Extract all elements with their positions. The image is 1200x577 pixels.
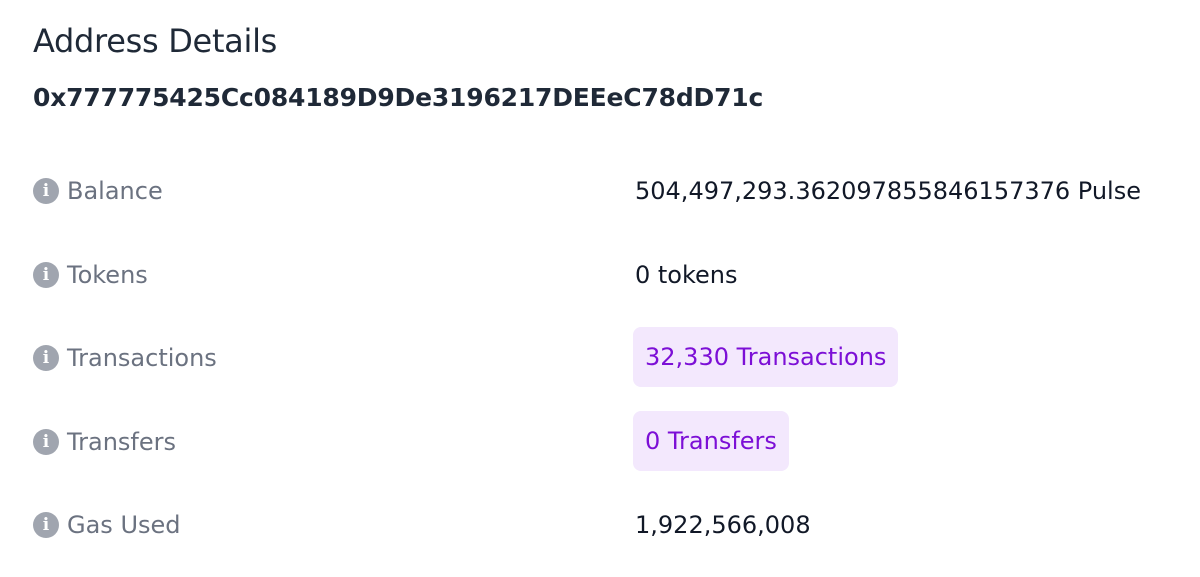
address-hash: 0x777775425Cc084189D9De3196217DEEeC78dD7… bbox=[33, 83, 764, 112]
info-icon[interactable]: i bbox=[33, 262, 59, 288]
tokens-value: 0 tokens bbox=[635, 261, 738, 289]
gas-used-row: i Gas Used 1,922,566,008 bbox=[0, 505, 1200, 545]
tokens-label: Tokens bbox=[67, 261, 148, 289]
gas-used-label: Gas Used bbox=[67, 511, 181, 539]
transfers-link[interactable]: 0 Transfers bbox=[633, 411, 789, 471]
info-icon[interactable]: i bbox=[33, 178, 59, 204]
transactions-row: i Transactions 32,330 Transactions bbox=[0, 327, 1200, 387]
tokens-row: i Tokens 0 tokens bbox=[0, 255, 1200, 295]
info-icon[interactable]: i bbox=[33, 345, 59, 371]
info-icon[interactable]: i bbox=[33, 512, 59, 538]
page-title: Address Details bbox=[33, 22, 278, 60]
info-icon[interactable]: i bbox=[33, 429, 59, 455]
gas-used-value: 1,922,566,008 bbox=[635, 511, 811, 539]
balance-value: 504,497,293.362097855846157376 Pulse bbox=[635, 177, 1141, 205]
transfers-label: Transfers bbox=[67, 428, 177, 456]
transactions-link[interactable]: 32,330 Transactions bbox=[633, 327, 899, 387]
address-details-panel: Address Details 0x777775425Cc084189D9De3… bbox=[0, 0, 1200, 577]
balance-label: Balance bbox=[67, 177, 163, 205]
transactions-label: Transactions bbox=[67, 344, 217, 372]
balance-row: i Balance 504,497,293.362097855846157376… bbox=[0, 171, 1200, 211]
transfers-row: i Transfers 0 Transfers bbox=[0, 411, 1200, 471]
